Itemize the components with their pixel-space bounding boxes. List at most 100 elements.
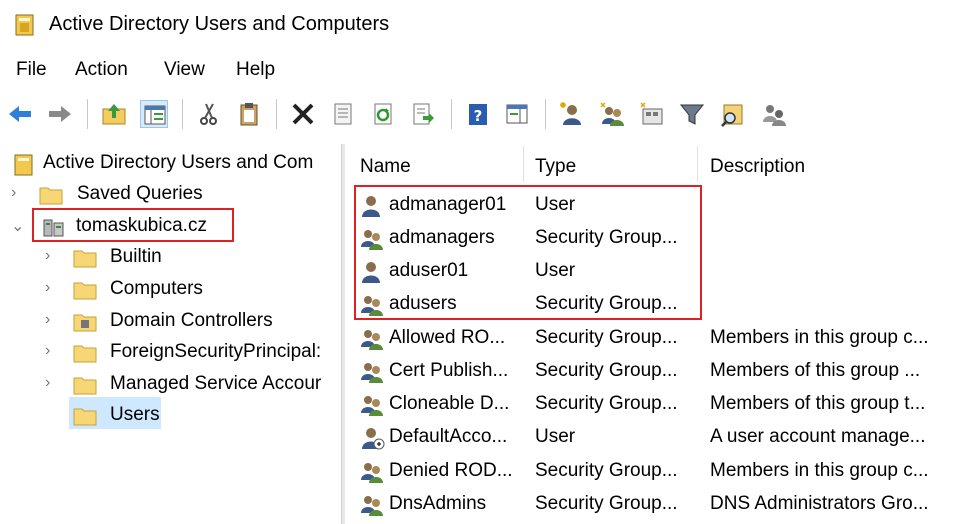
- row-type: User: [535, 426, 576, 447]
- group-icon: [360, 327, 386, 351]
- chevron-right-icon[interactable]: ›: [45, 311, 59, 331]
- svg-text:?: ?: [474, 107, 483, 125]
- window-title: Active Directory Users and Computers: [49, 13, 390, 35]
- new-ou-icon[interactable]: [638, 100, 666, 128]
- chevron-down-icon[interactable]: ⌄: [11, 216, 25, 236]
- toolbar-separator: [451, 99, 452, 129]
- tree-item-label: Saved Queries: [77, 183, 203, 204]
- tree-item-computers[interactable]: › Computers: [45, 276, 335, 306]
- row-name: Denied ROD...: [389, 460, 513, 481]
- tree-item-saved-queries[interactable]: › Saved Queries: [11, 181, 311, 211]
- folder-icon: [73, 279, 97, 301]
- tree-item-domain-controllers[interactable]: › Domain Controllers: [45, 308, 335, 338]
- action-pane-icon[interactable]: [503, 100, 531, 128]
- column-header-label: Name: [360, 156, 411, 177]
- menu-view[interactable]: View: [164, 59, 205, 81]
- new-group-icon[interactable]: [598, 100, 626, 128]
- column-header-label: Description: [710, 156, 806, 177]
- tree-item-label: Domain Controllers: [110, 310, 273, 331]
- table-row[interactable]: DnsAdmins Security Group... DNS Administ…: [345, 488, 966, 521]
- toolbar-separator: [545, 99, 546, 129]
- properties-icon[interactable]: [329, 100, 357, 128]
- tree-item-foreign-security-principals[interactable]: › ForeignSecurityPrincipal:: [45, 339, 340, 369]
- menu-file[interactable]: File: [16, 59, 47, 81]
- folder-icon: [73, 405, 97, 427]
- chevron-right-icon[interactable]: ›: [45, 374, 59, 394]
- disabled-user-icon: [360, 426, 386, 450]
- row-description: Members of this group ...: [710, 360, 921, 381]
- up-folder-icon[interactable]: [100, 100, 128, 128]
- chevron-right-icon[interactable]: ›: [45, 279, 59, 299]
- filter-icon[interactable]: [678, 100, 706, 128]
- title-bar: Active Directory Users and Computers: [0, 0, 966, 52]
- folder-icon: [73, 247, 97, 269]
- delegate-icon[interactable]: [760, 100, 788, 128]
- group-icon: [360, 360, 386, 384]
- toolbar-separator: [276, 99, 277, 129]
- row-name: Cloneable D...: [389, 393, 510, 414]
- group-icon: [360, 393, 386, 417]
- show-tree-icon[interactable]: [140, 100, 168, 128]
- export-list-icon[interactable]: [409, 100, 437, 128]
- tree-item-label: Computers: [110, 278, 203, 299]
- row-name: DefaultAcco...: [389, 426, 508, 447]
- folder-icon: [73, 342, 97, 364]
- new-objects-highlight-box: [354, 185, 702, 320]
- group-icon: [360, 493, 386, 517]
- column-header-label: Type: [535, 156, 577, 177]
- row-name: DnsAdmins: [389, 493, 487, 514]
- tree-item-managed-service-accounts[interactable]: › Managed Service Accour: [45, 371, 340, 401]
- aduc-root-icon: [13, 153, 37, 176]
- toolbar-separator: [182, 99, 183, 129]
- table-row[interactable]: Denied ROD... Security Group... Members …: [345, 455, 966, 488]
- row-description: Members in this group c...: [710, 460, 929, 481]
- folder-icon: [73, 374, 97, 396]
- column-header-type[interactable]: Type: [524, 144, 697, 184]
- row-description: A user account manage...: [710, 426, 926, 447]
- new-user-icon[interactable]: [558, 100, 586, 128]
- cut-icon[interactable]: [195, 100, 223, 128]
- group-icon: [360, 460, 386, 484]
- paste-icon[interactable]: [235, 100, 263, 128]
- row-name: Cert Publish...: [389, 360, 509, 381]
- chevron-right-icon[interactable]: ›: [45, 342, 59, 362]
- tree-root[interactable]: Active Directory Users and Com: [13, 150, 343, 180]
- row-description: DNS Administrators Gro...: [710, 493, 929, 514]
- column-header-name[interactable]: Name: [345, 144, 523, 184]
- aduc-app-icon: [14, 13, 36, 37]
- back-arrow-icon[interactable]: [6, 100, 34, 128]
- column-header-description[interactable]: Description: [698, 144, 966, 184]
- table-row[interactable]: DefaultAcco... User A user account manag…: [345, 421, 966, 454]
- ou-folder-icon: [73, 311, 97, 333]
- menu-bar: File Action View Help: [0, 56, 966, 86]
- help-icon[interactable]: ?: [464, 100, 492, 128]
- row-description: Members of this group t...: [710, 393, 926, 414]
- toolbar: ?: [0, 95, 966, 135]
- tree-item-users[interactable]: Users: [45, 402, 165, 432]
- tree-item-label: Managed Service Accour: [110, 373, 322, 394]
- forward-arrow-icon[interactable]: [46, 100, 74, 128]
- tree-item-builtin[interactable]: › Builtin: [45, 244, 335, 274]
- chevron-right-icon[interactable]: ›: [11, 184, 25, 204]
- row-type: Security Group...: [535, 393, 678, 414]
- row-description: Members in this group c...: [710, 327, 929, 348]
- delete-icon[interactable]: [289, 100, 317, 128]
- tree-item-label: ForeignSecurityPrincipal:: [110, 341, 322, 362]
- table-row[interactable]: Allowed RO... Security Group... Members …: [345, 322, 966, 355]
- tree-item-label: Users: [110, 404, 160, 425]
- menu-action[interactable]: Action: [75, 59, 128, 81]
- find-icon[interactable]: [718, 100, 746, 128]
- table-row[interactable]: Cloneable D... Security Group... Members…: [345, 388, 966, 421]
- tree-root-label: Active Directory Users and Com: [43, 152, 314, 173]
- refresh-icon[interactable]: [369, 100, 397, 128]
- menu-help[interactable]: Help: [236, 59, 275, 81]
- toolbar-separator: [87, 99, 88, 129]
- row-type: Security Group...: [535, 460, 678, 481]
- domain-highlight-box: [32, 208, 234, 242]
- table-row[interactable]: Cert Publish... Security Group... Member…: [345, 355, 966, 388]
- row-type: Security Group...: [535, 327, 678, 348]
- row-type: Security Group...: [535, 493, 678, 514]
- chevron-right-icon[interactable]: ›: [45, 247, 59, 267]
- folder-icon: [39, 184, 63, 206]
- tree-item-label: Builtin: [110, 246, 162, 267]
